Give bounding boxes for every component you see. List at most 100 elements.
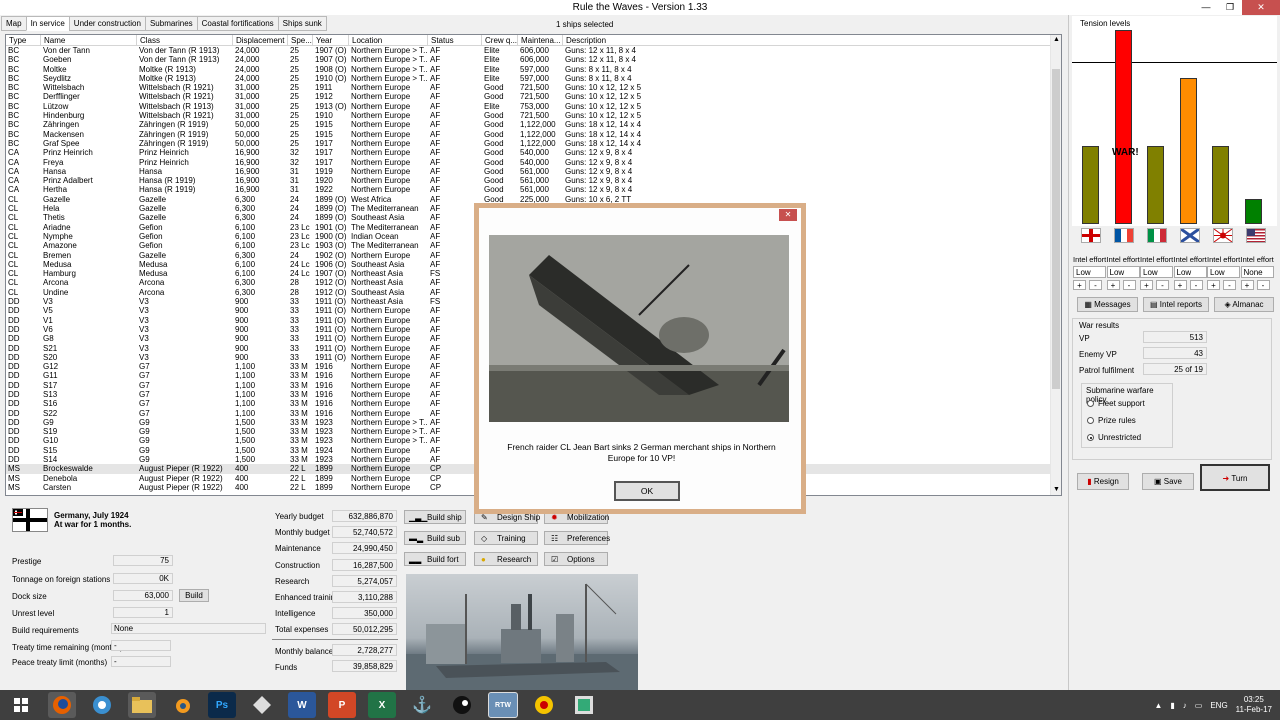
intel-decrease-button[interactable]: -: [1189, 280, 1203, 290]
volume-icon[interactable]: ♪: [1183, 701, 1187, 710]
table-row[interactable]: BC Lützow Wittelsbach (R 1913) 31,000 25 1913…: [6, 102, 1052, 111]
minimize-icon[interactable]: —: [1194, 0, 1218, 15]
table-row[interactable]: CA Freya Prinz Heinrich 16,900 32 1917 Norther…: [6, 158, 1052, 167]
build-fort-button[interactable]: ▂▂ Build fort: [404, 552, 466, 566]
tab-in-service[interactable]: In service: [25, 16, 70, 31]
table-row[interactable]: CA Hertha Hansa (R 1919) 16,900 31 1922 Northe…: [6, 185, 1052, 194]
table-cell: 16,900: [235, 185, 260, 195]
close-icon[interactable]: ✕: [1242, 0, 1280, 15]
column-header[interactable]: Displacement: [233, 35, 288, 46]
column-header[interactable]: Spe...: [288, 35, 313, 46]
intel-increase-button[interactable]: +: [1073, 280, 1086, 290]
radio-indicator[interactable]: [1087, 400, 1094, 407]
resign-button[interactable]: ▮ Resign: [1077, 473, 1129, 490]
table-row[interactable]: CA Prinz Heinrich Prinz Heinrich 16,900 32 19…: [6, 148, 1052, 157]
tab-ships-sunk[interactable]: Ships sunk: [277, 16, 327, 31]
radio-indicator[interactable]: [1087, 417, 1094, 424]
app-icon[interactable]: [248, 692, 276, 718]
powerpoint-icon[interactable]: P: [328, 692, 356, 718]
network-icon[interactable]: ▮: [1170, 701, 1174, 710]
app-icon[interactable]: [530, 692, 558, 718]
intel-increase-button[interactable]: +: [1140, 280, 1153, 290]
intel-increase-button[interactable]: +: [1173, 280, 1187, 290]
policy-radio[interactable]: Prize rules: [1087, 416, 1136, 425]
photoshop-icon[interactable]: Ps: [208, 692, 236, 718]
intel-increase-button[interactable]: +: [1207, 280, 1220, 290]
firefox-icon[interactable]: [48, 692, 76, 718]
word-icon[interactable]: W: [288, 692, 316, 718]
table-row[interactable]: BC Seydlitz Moltke (R 1913) 24,000 25 1910 (O…: [6, 74, 1052, 83]
table-row[interactable]: BC Moltke Moltke (R 1913) 24,000 25 1908 (O) N…: [6, 65, 1052, 74]
vp-value: 513: [1143, 331, 1207, 343]
intel-decrease-button[interactable]: -: [1156, 280, 1169, 290]
tab-submarines[interactable]: Submarines: [144, 16, 198, 31]
file-explorer-icon[interactable]: [128, 692, 156, 718]
app-icon[interactable]: [88, 692, 116, 718]
training-button[interactable]: ◇ Training: [474, 531, 538, 545]
column-header[interactable]: Type: [6, 35, 41, 46]
build-ship-button[interactable]: ▁▃▁ Build ship: [404, 510, 466, 524]
column-header[interactable]: Crew q...: [482, 35, 518, 46]
policy-radio[interactable]: Fleet support: [1087, 399, 1145, 408]
table-cell: Zähringen: [43, 120, 80, 130]
column-header[interactable]: Maintena...: [518, 35, 563, 46]
rule-the-waves-icon[interactable]: RTW: [488, 692, 518, 718]
tab-coastal-fortifications[interactable]: Coastal fortifications: [196, 16, 279, 31]
tab-map[interactable]: Map: [1, 16, 27, 31]
column-header[interactable]: Status: [428, 35, 482, 46]
blender-icon[interactable]: [168, 692, 196, 718]
maximize-icon[interactable]: ❐: [1218, 0, 1242, 15]
turn-button[interactable]: ➜ Turn: [1200, 464, 1270, 491]
scroll-up-icon[interactable]: ▲: [1051, 35, 1061, 45]
column-header[interactable]: Location: [349, 35, 428, 46]
intel-decrease-button[interactable]: -: [1223, 280, 1236, 290]
options-button[interactable]: ☑ Options: [544, 552, 608, 566]
excel-icon[interactable]: X: [368, 692, 396, 718]
research-button[interactable]: ● Research: [474, 552, 538, 566]
dialog-close-icon[interactable]: ✕: [779, 209, 797, 221]
steam-icon[interactable]: [448, 692, 476, 718]
build-dock-button[interactable]: Build: [179, 589, 209, 602]
intel-increase-button[interactable]: +: [1240, 280, 1254, 290]
table-row[interactable]: BC Hindenburg Wittelsbach (R 1921) 31,000 25…: [6, 111, 1052, 120]
almanac-button[interactable]: ◈ Almanac: [1214, 297, 1274, 312]
table-row[interactable]: BC Mackensen Zähringen (R 1919) 50,000 25 191…: [6, 130, 1052, 139]
table-row[interactable]: BC Zähringen Zähringen (R 1919) 50,000 25 191…: [6, 120, 1052, 129]
ok-button[interactable]: OK: [614, 481, 680, 501]
policy-radio[interactable]: Unrestricted: [1087, 433, 1141, 442]
table-row[interactable]: BC Von der Tann Von der Tann (R 1913) 24,00…: [6, 46, 1052, 55]
table-cell: BC: [8, 83, 20, 93]
intel-decrease-button[interactable]: -: [1089, 280, 1102, 290]
table-row[interactable]: BC Goeben Von der Tann (R 1913) 24,000 25 190…: [6, 55, 1052, 64]
preferences-button[interactable]: ☷ Preferences: [544, 531, 610, 545]
table-row[interactable]: BC Graf Spee Zähringen (R 1919) 50,000 25 191…: [6, 139, 1052, 148]
save-button[interactable]: ▣ Save: [1142, 473, 1194, 490]
radio-indicator[interactable]: [1087, 434, 1094, 441]
table-cell: 1907 (O): [315, 55, 347, 65]
tab-under-construction[interactable]: Under construction: [68, 16, 146, 31]
intel-reports-button[interactable]: ▤ Intel reports: [1143, 297, 1209, 312]
messages-button[interactable]: ▦ Messages: [1077, 297, 1138, 312]
column-header[interactable]: Description: [563, 35, 1052, 46]
vertical-scrollbar[interactable]: ▲ ▼: [1050, 35, 1061, 495]
intel-increase-button[interactable]: +: [1106, 280, 1120, 290]
battery-icon[interactable]: ▭: [1195, 701, 1203, 710]
table-row[interactable]: BC Derfflinger Wittelsbach (R 1921) 31,000 2…: [6, 92, 1052, 101]
table-row[interactable]: CA Prinz Adalbert Hansa (R 1919) 16,900 31 19…: [6, 176, 1052, 185]
column-header[interactable]: Class: [137, 35, 233, 46]
column-header[interactable]: Name: [41, 35, 137, 46]
clock[interactable]: 03:25 11-Feb-17: [1236, 695, 1272, 715]
scroll-thumb[interactable]: [1052, 69, 1060, 389]
table-row[interactable]: BC Wittelsbach Wittelsbach (R 1921) 31,000 2…: [6, 83, 1052, 92]
tray-up-icon[interactable]: ▲: [1154, 701, 1162, 710]
app-icon[interactable]: [570, 692, 598, 718]
scroll-down-icon[interactable]: ▼: [1051, 485, 1061, 495]
anchor-icon[interactable]: ⚓: [408, 692, 436, 718]
table-row[interactable]: CA Hansa Hansa 16,900 31 1919 Northern Europe A…: [6, 167, 1052, 176]
language-indicator[interactable]: ENG: [1210, 701, 1227, 710]
intel-decrease-button[interactable]: -: [1122, 280, 1136, 290]
windows-start-icon[interactable]: [6, 692, 36, 718]
column-header[interactable]: Year: [313, 35, 349, 46]
build-sub-button[interactable]: ▬▂ Build sub: [404, 531, 466, 545]
intel-decrease-button[interactable]: -: [1256, 280, 1270, 290]
